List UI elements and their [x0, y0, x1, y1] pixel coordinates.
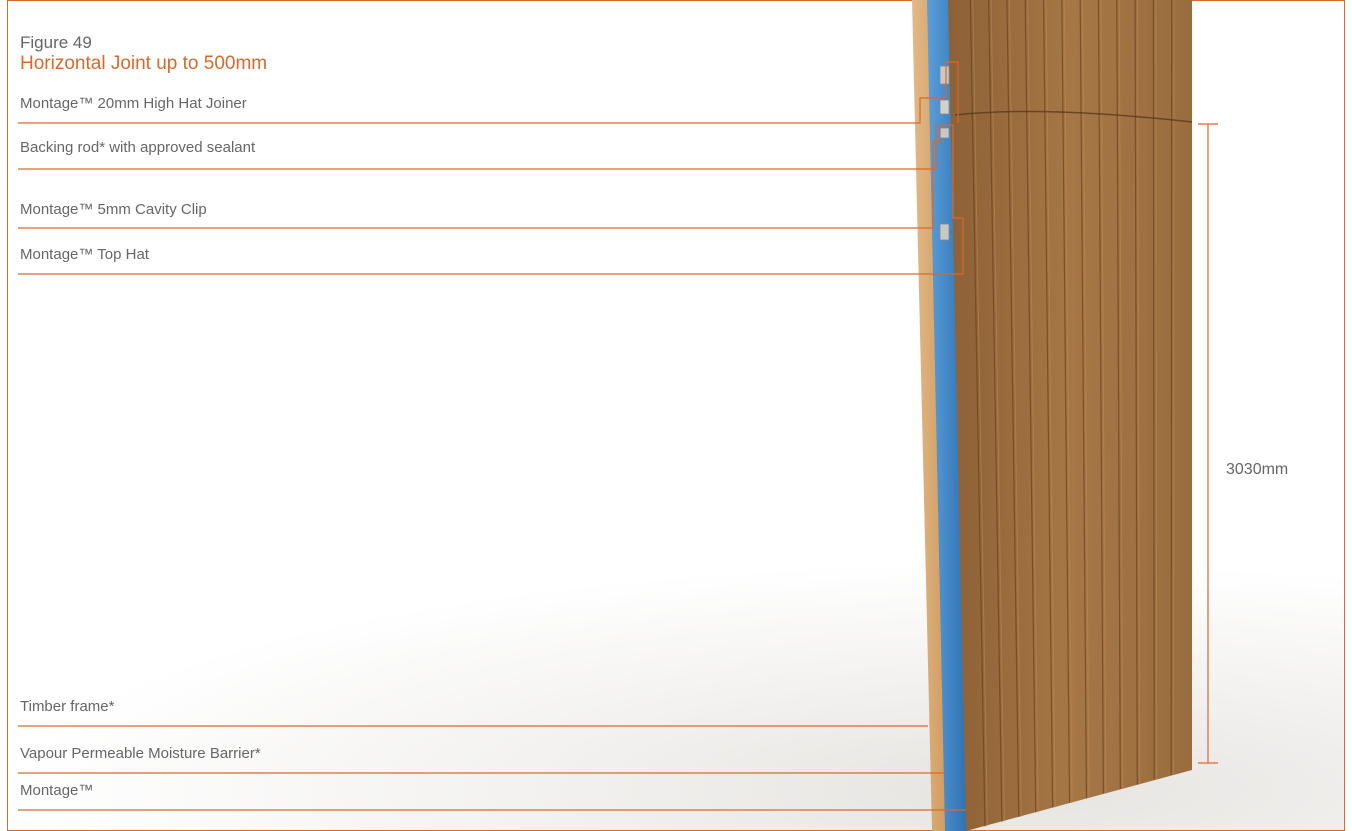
cavity-clip-part — [939, 127, 950, 139]
callout-moisture-barrier: Vapour Permeable Moisture Barrier* — [20, 745, 261, 762]
backing-rod-part — [939, 99, 950, 115]
dimension-label: 3030mm — [1226, 461, 1289, 478]
callout-top-hat: Montage™ Top Hat — [20, 246, 149, 263]
wall-illustration — [18, 0, 1218, 831]
figure-title: Horizontal Joint up to 500mm — [20, 53, 268, 74]
board-edge-highlight — [1173, 0, 1175, 775]
callout-backing-rod: Backing rod* with approved sealant — [20, 139, 256, 156]
top-hat-part — [939, 223, 950, 241]
leader-top-hat — [18, 218, 964, 275]
callout-cavity-clip: Montage™ 5mm Cavity Clip — [20, 201, 207, 218]
figure-label: Figure 49 — [20, 33, 92, 52]
board-groove — [1170, 0, 1173, 775]
cladding-face — [948, 0, 1192, 831]
callout-high-hat-joiner: Montage™ 20mm High Hat Joiner — [20, 95, 247, 112]
board-groove — [1152, 0, 1155, 780]
callout-montage: Montage™ — [20, 782, 94, 799]
callout-timber-frame: Timber frame* — [20, 698, 115, 715]
high-hat-joiner-part — [939, 65, 950, 85]
